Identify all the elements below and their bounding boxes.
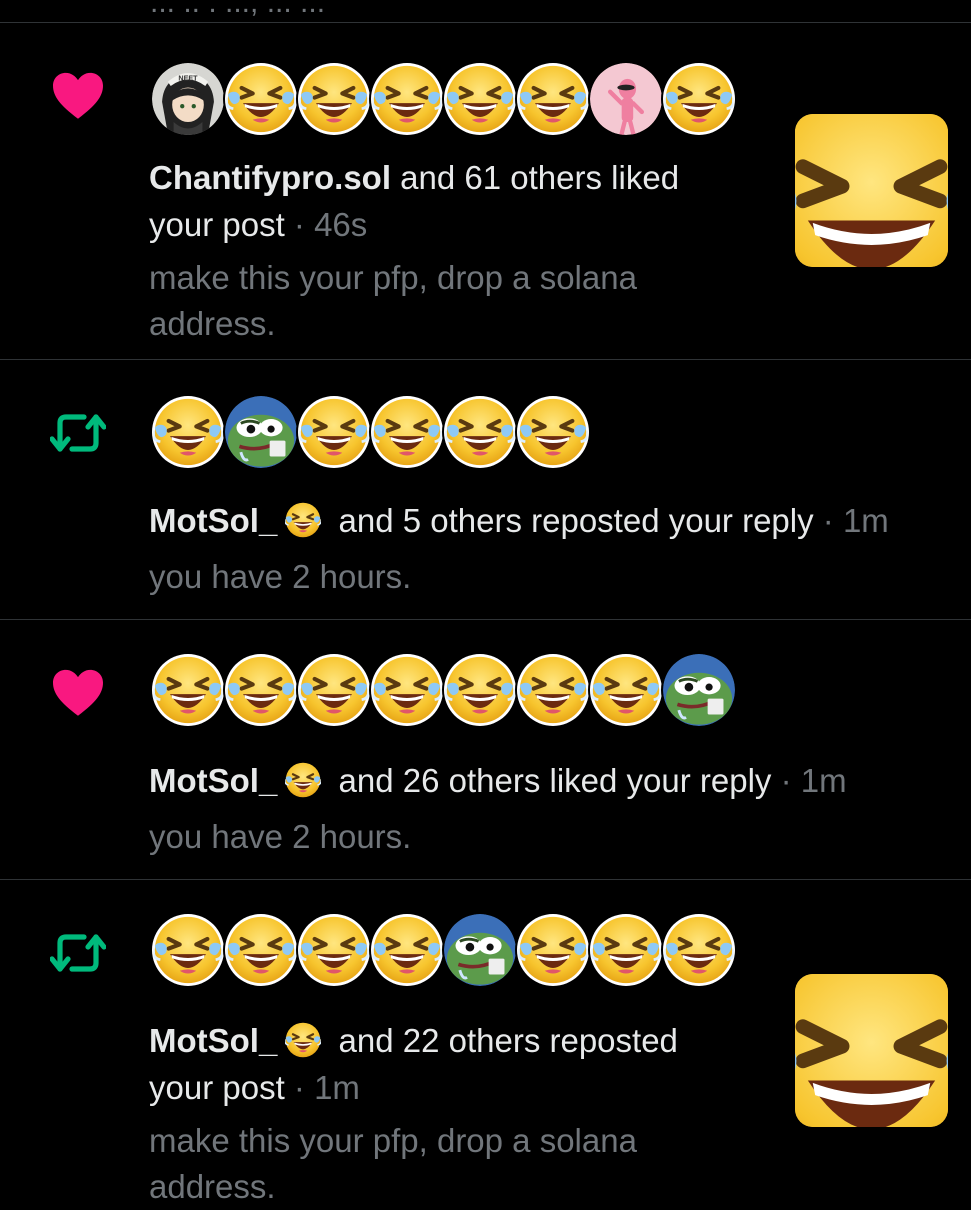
laughing-crying-emoji-icon: [283, 502, 323, 538]
avatar[interactable]: [150, 394, 226, 470]
action-text: and 5 others reposted your reply: [329, 502, 814, 539]
action-text: and 26 others liked your reply: [329, 762, 772, 799]
notification-repost[interactable]: MotSol_ and 5 others reposted your reply…: [0, 360, 971, 620]
action-text: and 22 others reposted: [329, 1022, 678, 1059]
repost-icon: [50, 928, 106, 978]
avatar[interactable]: [223, 912, 299, 988]
avatar[interactable]: [442, 912, 518, 988]
avatar[interactable]: [588, 652, 664, 728]
heart-icon: [50, 71, 106, 121]
avatar[interactable]: [296, 912, 372, 988]
avatar[interactable]: [369, 652, 445, 728]
timestamp: · 1m: [284, 1069, 360, 1106]
post-excerpt: make this your pfp, drop a solana addres…: [149, 1122, 637, 1205]
avatar[interactable]: [369, 912, 445, 988]
action-text-2: your post: [149, 206, 285, 243]
avatar[interactable]: [588, 912, 664, 988]
avatar[interactable]: [369, 394, 445, 470]
avatar[interactable]: [296, 61, 372, 137]
user-name[interactable]: MotSol_: [149, 762, 277, 799]
avatar[interactable]: [296, 652, 372, 728]
notification-text: MotSol_ and 22 others reposted your post…: [149, 1017, 769, 1111]
user-name[interactable]: Chantifypro.sol: [149, 159, 391, 196]
avatar-row: [150, 394, 591, 470]
avatar[interactable]: [515, 61, 591, 137]
action-text: and 61 others liked: [391, 159, 680, 196]
avatar[interactable]: [223, 394, 299, 470]
avatar[interactable]: [442, 61, 518, 137]
timestamp: · 1m: [771, 762, 847, 799]
avatar[interactable]: [442, 394, 518, 470]
avatar[interactable]: [223, 652, 299, 728]
avatar[interactable]: [661, 61, 737, 137]
notification-like[interactable]: Chantifypro.sol and 61 others liked your…: [0, 23, 971, 360]
repost-icon: [50, 408, 106, 458]
heart-icon: [50, 668, 106, 718]
timestamp: · 46s: [284, 206, 368, 243]
top-clipped-text: ... .. . ..., ... ...: [150, 0, 326, 19]
post-excerpt: make this your pfp, drop a solana addres…: [149, 259, 637, 342]
user-name[interactable]: MotSol_: [149, 502, 277, 539]
laughing-crying-emoji-icon: [283, 762, 323, 798]
action-text-2: your post: [149, 1069, 285, 1106]
notification-like[interactable]: MotSol_ and 26 others liked your reply ·…: [0, 620, 971, 880]
avatar[interactable]: [150, 912, 226, 988]
avatar-row: [150, 652, 737, 728]
avatar[interactable]: [588, 61, 664, 137]
avatar[interactable]: [661, 652, 737, 728]
avatar-row: [150, 912, 737, 988]
user-name[interactable]: MotSol_: [149, 1022, 277, 1059]
notification-text: MotSol_ and 5 others reposted your reply…: [149, 497, 949, 544]
avatar[interactable]: [515, 652, 591, 728]
avatar[interactable]: [515, 912, 591, 988]
avatar[interactable]: [442, 652, 518, 728]
post-excerpt: you have 2 hours.: [149, 558, 412, 595]
notification-text: Chantifypro.sol and 61 others liked your…: [149, 154, 769, 248]
post-thumbnail[interactable]: [795, 114, 948, 267]
avatar[interactable]: [515, 394, 591, 470]
avatar[interactable]: [150, 652, 226, 728]
avatar[interactable]: [150, 61, 226, 137]
post-excerpt: you have 2 hours.: [149, 818, 412, 855]
avatar[interactable]: [296, 394, 372, 470]
laughing-crying-emoji-icon: [283, 1022, 323, 1058]
notification-text: MotSol_ and 26 others liked your reply ·…: [149, 757, 949, 804]
avatar[interactable]: [369, 61, 445, 137]
avatar-row: [150, 61, 737, 137]
avatar[interactable]: [661, 912, 737, 988]
avatar[interactable]: [223, 61, 299, 137]
timestamp: · 1m: [813, 502, 889, 539]
notification-repost[interactable]: MotSol_ and 22 others reposted your post…: [0, 880, 971, 1210]
post-thumbnail[interactable]: [795, 974, 948, 1127]
